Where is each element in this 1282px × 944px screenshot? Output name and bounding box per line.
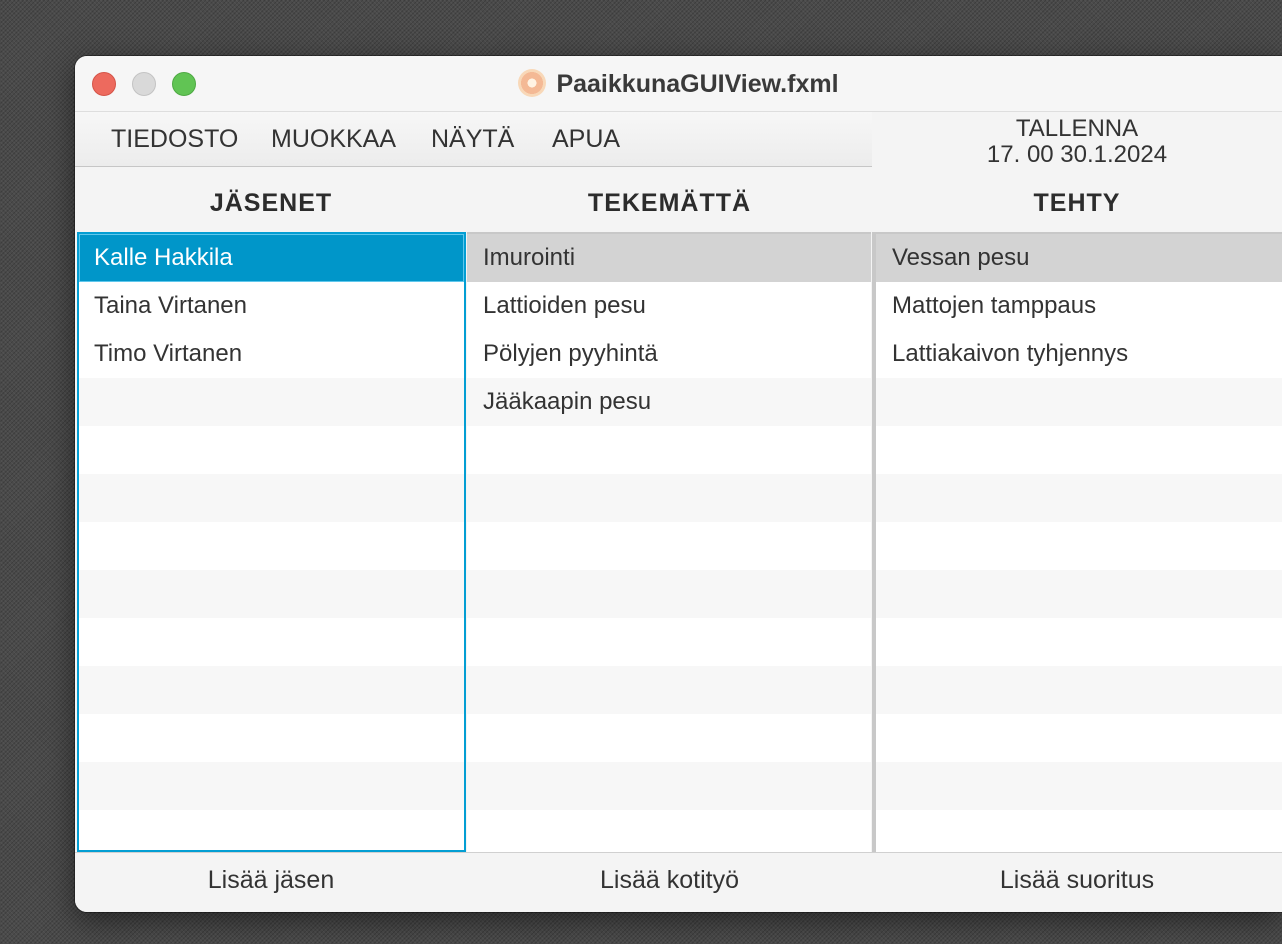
empty-row <box>876 810 1282 852</box>
menu-tiedosto[interactable]: TIEDOSTO <box>111 124 238 154</box>
list-item[interactable]: Taina Virtanen <box>79 282 464 330</box>
empty-row <box>79 714 464 762</box>
empty-row <box>79 570 464 618</box>
save-status[interactable]: TALLENNA 17. 00 30.1.2024 <box>872 112 1282 168</box>
empty-row <box>876 666 1282 714</box>
empty-row <box>876 714 1282 762</box>
save-label[interactable]: TALLENNA <box>872 116 1282 142</box>
empty-row <box>467 666 871 714</box>
add-member-button[interactable]: Lisää jäsen <box>75 865 467 895</box>
menu-nayta[interactable]: NÄYTÄ <box>431 124 514 154</box>
empty-row <box>79 474 464 522</box>
list-item[interactable]: Lattiakaivon tyhjennys <box>876 330 1282 378</box>
todo-header: TEKEMÄTTÄ <box>587 189 752 217</box>
todo-list[interactable]: Imurointi Lattioiden pesu Pölyjen pyyhin… <box>467 232 871 852</box>
app-window: PaaikkunaGUIView.fxml TIEDOSTO MUOKKAA N… <box>75 56 1282 912</box>
empty-row <box>876 474 1282 522</box>
done-header: TEHTY <box>1033 189 1121 217</box>
empty-row <box>467 714 871 762</box>
empty-row <box>79 666 464 714</box>
list-item[interactable]: Vessan pesu <box>876 234 1282 282</box>
list-item[interactable]: Imurointi <box>467 234 871 282</box>
save-timestamp: 17. 00 30.1.2024 <box>986 141 1168 168</box>
empty-row <box>876 522 1282 570</box>
empty-row <box>467 618 871 666</box>
empty-row <box>467 426 871 474</box>
bottom-button-bar: Lisää jäsen Lisää kotityö Lisää suoritus <box>75 852 1282 912</box>
list-item[interactable]: Kalle Hakkila <box>79 234 464 282</box>
list-item[interactable]: Mattojen tamppaus <box>876 282 1282 330</box>
empty-row <box>79 810 464 850</box>
window-title-text: PaaikkunaGUIView.fxml <box>556 70 839 98</box>
list-item[interactable]: Pölyjen pyyhintä <box>467 330 871 378</box>
list-item[interactable]: Timo Virtanen <box>79 330 464 378</box>
empty-row <box>467 570 871 618</box>
empty-row <box>79 522 464 570</box>
members-header: JÄSENET <box>209 189 333 217</box>
list-item[interactable]: Jääkaapin pesu <box>467 378 871 426</box>
app-icon <box>518 69 547 97</box>
empty-row <box>876 426 1282 474</box>
menu-bar: TIEDOSTO MUOKKAA NÄYTÄ APUA <box>75 112 872 167</box>
empty-row <box>876 762 1282 810</box>
empty-row <box>876 570 1282 618</box>
empty-row <box>876 378 1282 426</box>
title-bar[interactable]: PaaikkunaGUIView.fxml <box>75 56 1282 112</box>
empty-row <box>876 618 1282 666</box>
empty-row <box>467 810 871 852</box>
empty-row <box>467 474 871 522</box>
list-item[interactable]: Lattioiden pesu <box>467 282 871 330</box>
add-done-button[interactable]: Lisää suoritus <box>872 865 1282 895</box>
window-title: PaaikkunaGUIView.fxml <box>75 69 1282 99</box>
members-list[interactable]: Kalle Hakkila Taina Virtanen Timo Virtan… <box>77 232 466 852</box>
empty-row <box>79 378 464 426</box>
empty-row <box>79 426 464 474</box>
menu-apua[interactable]: APUA <box>552 124 620 154</box>
done-list[interactable]: Vessan pesu Mattojen tamppaus Lattiakaiv… <box>872 232 1282 852</box>
add-chore-button[interactable]: Lisää kotityö <box>467 865 872 895</box>
empty-row <box>79 618 464 666</box>
menu-muokkaa[interactable]: MUOKKAA <box>271 124 396 154</box>
empty-row <box>467 522 871 570</box>
empty-row <box>467 762 871 810</box>
empty-row <box>79 762 464 810</box>
